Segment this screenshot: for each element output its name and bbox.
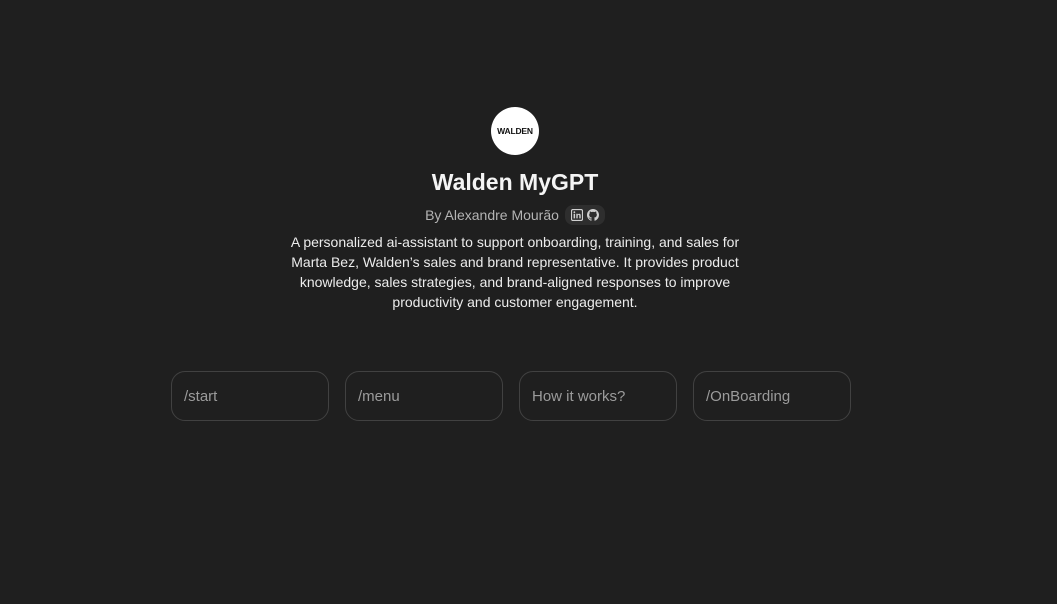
logo-text: WALDEN xyxy=(497,126,533,136)
author-name: By Alexandre Mourão xyxy=(425,207,559,223)
gpt-byline: By Alexandre Mourão xyxy=(425,205,605,225)
social-links xyxy=(564,205,605,225)
starter-onboarding-button[interactable]: /OnBoarding xyxy=(693,371,851,421)
gpt-hero: WALDEN Walden MyGPT By Alexandre Mourão xyxy=(0,107,1030,312)
linkedin-icon[interactable] xyxy=(570,209,583,221)
starter-menu-button[interactable]: /menu xyxy=(345,371,503,421)
conversation-starters: /start /menu How it works? /OnBoarding xyxy=(171,371,851,421)
github-icon[interactable] xyxy=(586,209,599,221)
gpt-description: A personalized ai-assistant to support o… xyxy=(290,234,740,310)
starter-start-button[interactable]: /start xyxy=(171,371,329,421)
gpt-logo: WALDEN xyxy=(491,107,539,155)
gpt-landing-page: WALDEN Walden MyGPT By Alexandre Mourão xyxy=(0,0,1057,604)
gpt-title: Walden MyGPT xyxy=(431,169,599,195)
starter-how-it-works-button[interactable]: How it works? xyxy=(519,371,677,421)
